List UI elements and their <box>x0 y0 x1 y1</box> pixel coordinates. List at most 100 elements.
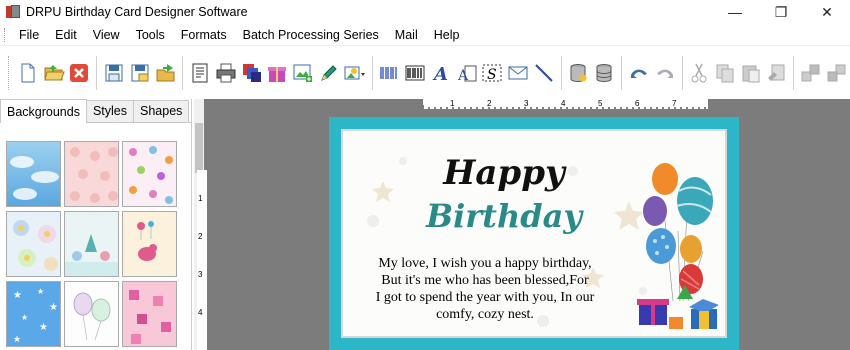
signature-icon[interactable]: S <box>480 59 505 87</box>
copy-icon[interactable] <box>713 59 738 87</box>
main-toolbar: A A S <box>0 47 850 99</box>
tab-styles[interactable]: Styles <box>85 100 135 122</box>
pencil-icon[interactable] <box>317 59 342 87</box>
copy-pages-icon[interactable] <box>239 59 264 87</box>
ruler-label: 6 <box>635 99 640 108</box>
menu-tools[interactable]: Tools <box>128 24 173 46</box>
undo-icon[interactable] <box>627 59 652 87</box>
menu-file[interactable]: File <box>11 24 47 46</box>
title-bar: DRPU Birthday Card Designer Software — ❐… <box>0 0 850 24</box>
ruler-label: 3 <box>198 270 203 279</box>
ruler-label: 1 <box>450 99 455 108</box>
ruler-label: 2 <box>487 99 492 108</box>
insert-image-icon[interactable] <box>291 59 316 87</box>
svg-text:★: ★ <box>49 302 58 313</box>
menu-formats[interactable]: Formats <box>173 24 235 46</box>
gift-icon[interactable] <box>265 59 290 87</box>
svg-text:★: ★ <box>39 322 48 333</box>
toolbar-separator <box>371 56 373 90</box>
toolbar-separator <box>96 56 98 90</box>
thumb-balloons-outline[interactable] <box>64 281 119 347</box>
thumb-blue-stars[interactable]: ★ ★ ★ ★ ★ ★ <box>6 281 61 347</box>
paste-icon[interactable] <box>738 59 763 87</box>
thumb-pastel-flowers[interactable] <box>6 211 61 277</box>
thumb-butterflies[interactable] <box>122 141 177 207</box>
ruler-label: 3 <box>524 99 529 108</box>
menu-view[interactable]: View <box>85 24 128 46</box>
barcode2-icon[interactable] <box>403 59 428 87</box>
message-line: I got to spend the year with you, In our <box>375 290 595 305</box>
message-line: But it's me who has been blessed,For <box>381 273 589 288</box>
wordart-icon[interactable]: A <box>454 59 479 87</box>
tab-backgrounds[interactable]: Backgrounds <box>0 99 87 123</box>
export-icon[interactable] <box>153 59 178 87</box>
database2-icon[interactable] <box>592 59 617 87</box>
horizontal-ruler: 1 2 3 4 5 6 7 <box>423 99 708 109</box>
toolbar-grip <box>8 56 11 90</box>
svg-text:A: A <box>432 64 448 84</box>
svg-text:★: ★ <box>13 334 21 344</box>
close-icon[interactable] <box>67 59 92 87</box>
save-icon[interactable] <box>102 59 127 87</box>
picture-dropdown-icon[interactable] <box>342 59 367 87</box>
background-thumbnails: ★ ★ ★ ★ ★ ★ <box>6 141 181 347</box>
properties-icon[interactable] <box>188 59 213 87</box>
thumb-winter-scene[interactable] <box>64 211 119 277</box>
svg-text:A: A <box>457 68 469 84</box>
birthday-card[interactable]: Happy Birthday My love, I wish you a hap… <box>329 117 739 350</box>
svg-text:★: ★ <box>13 290 22 301</box>
send-backward-icon[interactable] <box>825 59 850 87</box>
menu-mail[interactable]: Mail <box>387 24 426 46</box>
toolbar-separator <box>793 56 795 90</box>
svg-text:S: S <box>487 67 497 83</box>
tab-shapes[interactable]: Shapes <box>133 100 190 122</box>
delete-icon[interactable] <box>764 59 789 87</box>
toolbar-separator <box>182 56 184 90</box>
close-window-button[interactable]: ✕ <box>804 0 850 24</box>
svg-text:★: ★ <box>37 287 44 296</box>
ruler-label: 5 <box>598 99 603 108</box>
envelope-icon[interactable] <box>506 59 531 87</box>
card-message[interactable]: My love, I wish you a happy birthday, Bu… <box>355 255 615 323</box>
save-as-icon[interactable] <box>127 59 152 87</box>
open-folder-icon[interactable] <box>41 59 66 87</box>
menu-grip <box>4 27 7 42</box>
barcode-icon[interactable] <box>377 59 402 87</box>
toolbar-separator <box>560 56 562 90</box>
toolbar-separator <box>681 56 683 90</box>
backgrounds-panel: Backgrounds Styles Shapes ★ ★ ★ ★ ★ ★ <box>0 99 192 350</box>
print-icon[interactable] <box>214 59 239 87</box>
maximize-button[interactable]: ❐ <box>758 0 804 24</box>
ruler-label: 4 <box>561 99 566 108</box>
menu-edit[interactable]: Edit <box>47 24 85 46</box>
svg-text:★: ★ <box>21 313 28 322</box>
redo-icon[interactable] <box>652 59 677 87</box>
text-icon[interactable]: A <box>428 59 453 87</box>
message-line: My love, I wish you a happy birthday, <box>378 256 592 271</box>
message-line: comfy, cozy nest. <box>436 307 534 322</box>
menu-batch-processing-series[interactable]: Batch Processing Series <box>235 24 387 46</box>
thumb-pink-pattern[interactable] <box>64 141 119 207</box>
panel-tabs: Backgrounds Styles Shapes <box>0 99 192 123</box>
thumb-pink-presents[interactable] <box>122 281 177 347</box>
app-logo-icon <box>6 5 20 19</box>
card-content-area: Happy Birthday My love, I wish you a hap… <box>341 129 727 338</box>
new-document-icon[interactable] <box>15 59 40 87</box>
ruler-label: 4 <box>198 308 203 317</box>
balloons-and-gifts-image[interactable] <box>633 151 729 336</box>
menu-bar: File Edit View Tools Formats Batch Proce… <box>0 24 850 46</box>
thumb-sky-clouds[interactable] <box>6 141 61 207</box>
minimize-button[interactable]: — <box>712 0 758 24</box>
line-icon[interactable] <box>531 59 556 87</box>
cut-icon[interactable] <box>687 59 712 87</box>
ruler-label: 1 <box>198 194 203 203</box>
toolbar-separator <box>621 56 623 90</box>
menu-help[interactable]: Help <box>426 24 468 46</box>
scrollbar-thumb[interactable] <box>195 123 203 173</box>
window-title: DRPU Birthday Card Designer Software <box>26 5 248 19</box>
ruler-label: 7 <box>672 99 677 108</box>
database-icon[interactable] <box>566 59 591 87</box>
thumb-pink-bird[interactable] <box>122 211 177 277</box>
bring-forward-icon[interactable] <box>799 59 824 87</box>
ruler-label: 2 <box>198 232 203 241</box>
